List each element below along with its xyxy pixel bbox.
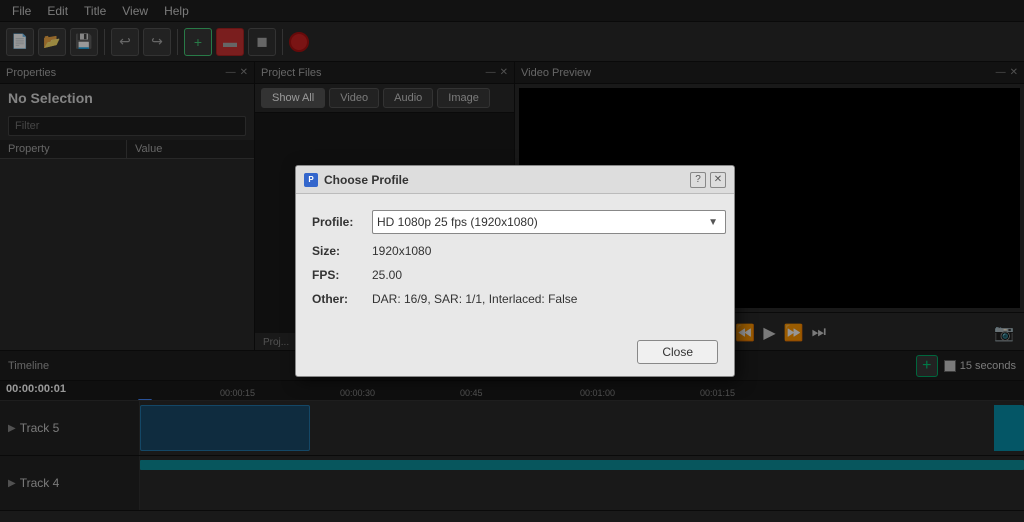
profile-select[interactable]: HD 1080p 25 fps (1920x1080): [372, 210, 726, 234]
other-row: Other: DAR: 16/9, SAR: 1/1, Interlaced: …: [312, 292, 718, 306]
other-label: Other:: [312, 292, 372, 306]
size-row: Size: 1920x1080: [312, 244, 718, 258]
size-label: Size:: [312, 244, 372, 258]
profile-select-wrap: HD 1080p 25 fps (1920x1080) ▼: [372, 210, 718, 234]
dialog-titlebar: P Choose Profile ? ✕: [296, 166, 734, 194]
fps-value: 25.00: [372, 268, 402, 282]
dialog-help-button[interactable]: ?: [690, 172, 706, 188]
dialog-close-x-button[interactable]: ✕: [710, 172, 726, 188]
profile-label: Profile:: [312, 215, 372, 229]
other-value: DAR: 16/9, SAR: 1/1, Interlaced: False: [372, 292, 577, 306]
dialog-titlebar-buttons: ? ✕: [690, 172, 726, 188]
dialog-title: P Choose Profile: [304, 173, 409, 187]
dialog-footer: Close: [296, 332, 734, 376]
choose-profile-dialog: P Choose Profile ? ✕ Profile: HD 1080p 2…: [295, 165, 735, 377]
dialog-body: Profile: HD 1080p 25 fps (1920x1080) ▼ S…: [296, 194, 734, 332]
profile-row: Profile: HD 1080p 25 fps (1920x1080) ▼: [312, 210, 718, 234]
dialog-close-button[interactable]: Close: [637, 340, 718, 364]
modal-overlay: P Choose Profile ? ✕ Profile: HD 1080p 2…: [0, 0, 1024, 522]
fps-label: FPS:: [312, 268, 372, 282]
dialog-title-text: Choose Profile: [324, 173, 409, 187]
fps-row: FPS: 25.00: [312, 268, 718, 282]
dialog-title-icon: P: [304, 173, 318, 187]
size-value: 1920x1080: [372, 244, 431, 258]
